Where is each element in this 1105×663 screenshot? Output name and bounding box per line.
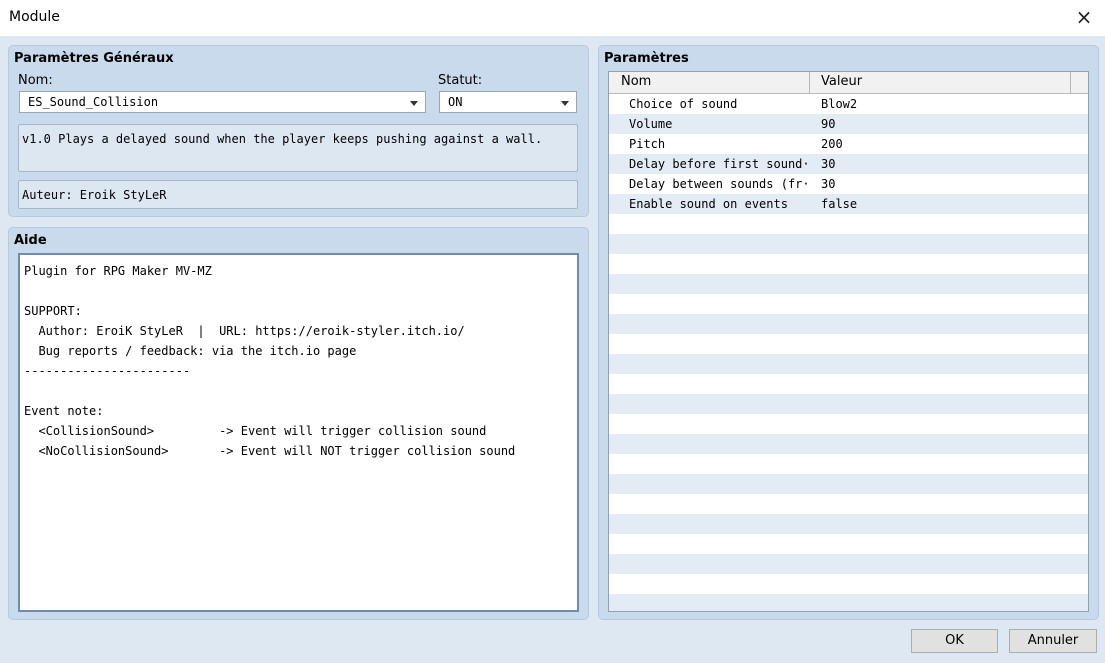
name-label: Nom: bbox=[18, 73, 53, 88]
help-title: Aide bbox=[14, 233, 47, 248]
empty-row bbox=[609, 574, 1088, 594]
empty-row bbox=[609, 394, 1088, 414]
param-value: Blow2 bbox=[821, 97, 858, 111]
cancel-button[interactable]: Annuler bbox=[1009, 629, 1097, 653]
column-separator[interactable] bbox=[1070, 72, 1071, 93]
table-row[interactable]: Delay before first sound··· 30 bbox=[609, 154, 1088, 174]
table-row[interactable]: Pitch 200 bbox=[609, 134, 1088, 154]
empty-row bbox=[609, 514, 1088, 534]
empty-row bbox=[609, 234, 1088, 254]
table-row[interactable]: Volume 90 bbox=[609, 114, 1088, 134]
empty-row bbox=[609, 214, 1088, 234]
empty-row bbox=[609, 474, 1088, 494]
status-dropdown-value: ON bbox=[448, 95, 463, 109]
description-field[interactable]: v1.0 Plays a delayed sound when the play… bbox=[18, 124, 578, 172]
empty-row bbox=[609, 294, 1088, 314]
param-name: Pitch bbox=[629, 137, 666, 151]
param-value: false bbox=[821, 197, 858, 211]
author-field[interactable]: Auteur: Eroik StyLeR bbox=[18, 180, 578, 209]
empty-row bbox=[609, 274, 1088, 294]
help-panel: Aide Plugin for RPG Maker MV-MZ SUPPORT:… bbox=[8, 227, 589, 620]
title-bar: Module × bbox=[0, 0, 1105, 36]
param-value: 30 bbox=[821, 157, 836, 171]
close-icon[interactable]: × bbox=[1071, 4, 1097, 30]
param-name: Volume bbox=[629, 117, 673, 131]
empty-row bbox=[609, 334, 1088, 354]
params-panel: Paramètres Nom Valeur Choice of sound Blo… bbox=[598, 45, 1099, 620]
table-row[interactable]: Enable sound on events false bbox=[609, 194, 1088, 214]
param-value: 90 bbox=[821, 117, 836, 131]
empty-row bbox=[609, 594, 1088, 611]
general-params-title: Paramètres Généraux bbox=[14, 51, 174, 66]
description-text: v1.0 Plays a delayed sound when the play… bbox=[22, 132, 543, 146]
param-name: Choice of sound bbox=[629, 97, 738, 111]
param-value: 30 bbox=[821, 177, 836, 191]
status-dropdown[interactable]: ON bbox=[439, 91, 577, 113]
chevron-down-icon bbox=[410, 101, 418, 106]
empty-row bbox=[609, 454, 1088, 474]
empty-row bbox=[609, 434, 1088, 454]
empty-row bbox=[609, 554, 1088, 574]
column-header-name[interactable]: Nom bbox=[621, 74, 651, 89]
column-header-value[interactable]: Valeur bbox=[821, 74, 862, 89]
empty-row bbox=[609, 314, 1088, 334]
table-row[interactable]: Delay between sounds (fr··· 30 bbox=[609, 174, 1088, 194]
name-dropdown-value: ES_Sound_Collision bbox=[28, 95, 159, 109]
param-name: Enable sound on events bbox=[629, 197, 788, 211]
params-title: Paramètres bbox=[604, 51, 689, 66]
status-label: Statut: bbox=[438, 73, 483, 88]
empty-row bbox=[609, 534, 1088, 554]
column-separator[interactable] bbox=[809, 72, 810, 93]
param-value: 200 bbox=[821, 137, 843, 151]
ok-button[interactable]: OK bbox=[911, 629, 998, 653]
general-params-panel: Paramètres Généraux Nom: Statut: ES_Soun… bbox=[8, 45, 589, 217]
empty-row bbox=[609, 374, 1088, 394]
empty-row bbox=[609, 254, 1088, 274]
empty-row bbox=[609, 354, 1088, 374]
param-name: Delay between sounds (fr··· bbox=[629, 177, 811, 191]
table-header: Nom Valeur bbox=[609, 72, 1088, 94]
name-dropdown[interactable]: ES_Sound_Collision bbox=[19, 91, 426, 113]
param-name: Delay before first sound··· bbox=[629, 157, 811, 171]
window-title: Module bbox=[9, 9, 60, 25]
params-table[interactable]: Nom Valeur Choice of sound Blow2 Volume 90… bbox=[608, 71, 1089, 612]
empty-row bbox=[609, 494, 1088, 514]
chevron-down-icon bbox=[561, 101, 569, 106]
table-rows: Choice of sound Blow2 Volume 90 Pitch 200 D… bbox=[609, 94, 1088, 611]
table-row[interactable]: Choice of sound Blow2 bbox=[609, 94, 1088, 114]
help-text-area[interactable]: Plugin for RPG Maker MV-MZ SUPPORT: Auth… bbox=[18, 253, 579, 612]
author-text: Auteur: Eroik StyLeR bbox=[22, 188, 167, 202]
empty-row bbox=[609, 414, 1088, 434]
